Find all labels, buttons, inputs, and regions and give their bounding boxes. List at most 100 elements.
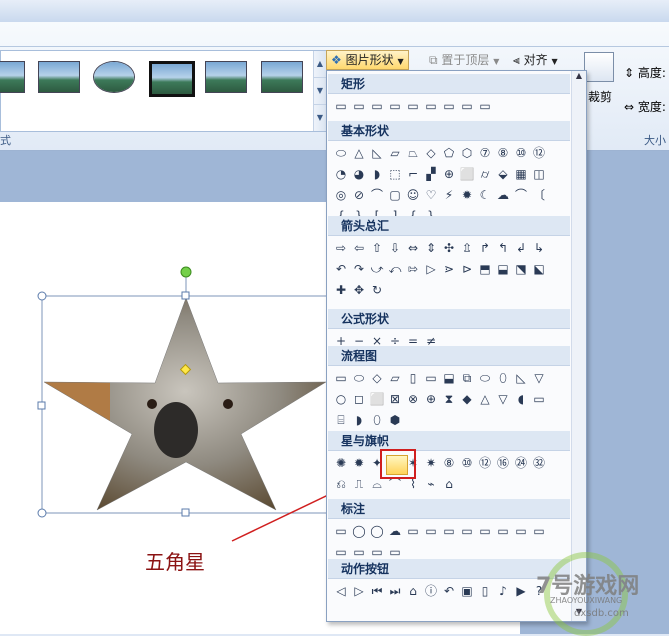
shape-option[interactable]: ⑧ xyxy=(494,144,512,162)
shape-option[interactable]: ↶ xyxy=(440,582,458,600)
shape-option[interactable]: ⇕ xyxy=(422,239,440,257)
shape-option[interactable]: ㉔ xyxy=(512,454,530,472)
shape-option[interactable]: ◯ xyxy=(368,522,386,540)
shape-option[interactable]: ▭ xyxy=(530,522,548,540)
shape-option[interactable]: ⬒ xyxy=(476,260,494,278)
shape-option[interactable]: ⑦ xyxy=(476,144,494,162)
shape-option[interactable]: ☁ xyxy=(386,522,404,540)
shape-option[interactable]: ⇫ xyxy=(458,239,476,257)
shape-option[interactable]: ⊕ xyxy=(440,165,458,183)
shape-option[interactable]: ○ xyxy=(332,390,350,408)
shape-option[interactable]: ⤻ xyxy=(368,260,386,278)
shape-option[interactable]: ▭ xyxy=(386,97,404,115)
shape-option[interactable]: ▭ xyxy=(494,522,512,540)
shape-option[interactable]: ⬜ xyxy=(458,165,476,183)
shape-option[interactable]: ▭ xyxy=(440,522,458,540)
shape-option[interactable]: ⓘ xyxy=(422,582,440,600)
resize-handle-top[interactable] xyxy=(181,291,190,300)
shape-option[interactable]: ⌐ xyxy=(404,165,422,183)
shape-option[interactable]: ◻ xyxy=(350,390,368,408)
shape-option[interactable]: ▽ xyxy=(494,390,512,408)
shape-option[interactable]: ▭ xyxy=(458,522,476,540)
resize-handle-tl[interactable] xyxy=(37,291,47,301)
shape-option[interactable]: ⌒ xyxy=(368,186,386,204)
shape-option[interactable]: ▯ xyxy=(404,369,422,387)
shape-option[interactable]: ▭ xyxy=(440,97,458,115)
shape-option[interactable]: ✥ xyxy=(350,281,368,299)
shape-option[interactable]: ⌂ xyxy=(404,582,422,600)
shape-option[interactable]: ⬓ xyxy=(440,369,458,387)
shape-option[interactable]: ⬚ xyxy=(386,165,404,183)
shape-option[interactable]: ▦ xyxy=(512,165,530,183)
shape-option[interactable]: ♡ xyxy=(422,186,440,204)
shape-option[interactable]: ⬡ xyxy=(458,144,476,162)
shape-option[interactable]: ⬢ xyxy=(386,411,404,429)
resize-handle-bottom[interactable] xyxy=(181,508,190,517)
rotation-handle[interactable] xyxy=(180,266,192,278)
shape-option[interactable]: ▷ xyxy=(422,260,440,278)
shape-option[interactable]: ⋗ xyxy=(440,260,458,278)
shape-option[interactable]: ⌂ xyxy=(440,475,458,493)
dropdown-scrollbar[interactable]: ▲ ▼ xyxy=(571,71,586,621)
shape-option[interactable]: ⊗ xyxy=(404,390,422,408)
shape-option[interactable]: ⑩ xyxy=(458,454,476,472)
shape-option[interactable]: ▭ xyxy=(422,522,440,540)
shape-option[interactable]: 〔 xyxy=(530,186,548,204)
shape-option[interactable]: ⧗ xyxy=(440,390,458,408)
shape-option[interactable]: ▶ xyxy=(512,582,530,600)
shape-option[interactable]: ▭ xyxy=(476,97,494,115)
shape-option[interactable]: ◖ xyxy=(512,390,530,408)
shape-option[interactable]: ✚ xyxy=(332,281,350,299)
shapes-dropdown[interactable]: 矩形 ▭ ▭ ▭ ▭ ▭ ▭ ▭ ▭ ▭ 基本形状 ⬭ △ ◺ ▱ ⏢ ◇ ⬠ ⬡ ⑦ ⑧ ⑩ ⑫ ◔ ◕ ◗ ⬚ ⌐ ▞ ⊕ ⬜ ⌭ ⬙ ▦ ◫ ◎… xyxy=(326,70,587,622)
shape-option[interactable]: ♪ xyxy=(494,582,512,600)
shape-option[interactable]: ⎍ xyxy=(350,475,368,493)
shape-option[interactable]: ↲ xyxy=(512,239,530,257)
shape-option[interactable]: ◔ xyxy=(332,165,350,183)
shape-option[interactable]: △ xyxy=(476,390,494,408)
shape-option[interactable]: ◺ xyxy=(368,144,386,162)
shape-option[interactable]: ↰ xyxy=(494,239,512,257)
shape-option[interactable]: ▭ xyxy=(404,97,422,115)
shape-option[interactable]: ⚡ xyxy=(440,186,458,204)
shape-option[interactable]: ⏢ xyxy=(404,144,422,162)
shape-option[interactable]: ⊠ xyxy=(386,390,404,408)
shape-option[interactable]: ⊳ xyxy=(458,260,476,278)
shape-option[interactable]: ▭ xyxy=(476,522,494,540)
shape-option[interactable]: ⬠ xyxy=(440,144,458,162)
shape-option[interactable]: ◇ xyxy=(422,144,440,162)
shape-option[interactable]: ⌁ xyxy=(422,475,440,493)
shape-option[interactable]: ⊘ xyxy=(350,186,368,204)
shape-option[interactable]: ⎌ xyxy=(332,475,350,493)
shape-option[interactable]: ⇔ xyxy=(404,239,422,257)
resize-handle-bl[interactable] xyxy=(37,508,47,518)
shape-option[interactable]: ◺ xyxy=(512,369,530,387)
shape-option[interactable]: ▱ xyxy=(386,144,404,162)
shape-option[interactable]: ▢ xyxy=(386,186,404,204)
shape-option[interactable]: ⇩ xyxy=(386,239,404,257)
shape-option[interactable]: ⏭ xyxy=(386,582,404,600)
shape-option[interactable]: ◁ xyxy=(332,582,350,600)
shape-option[interactable]: ⬯ xyxy=(368,411,386,429)
shape-option[interactable]: ⏮ xyxy=(368,582,386,600)
shape-option[interactable]: ◎ xyxy=(332,186,350,204)
shape-option[interactable]: ▭ xyxy=(368,97,386,115)
shape-option[interactable]: ⌒ xyxy=(512,186,530,204)
shape-option[interactable]: ✣ xyxy=(440,239,458,257)
shape-option[interactable]: ⊕ xyxy=(422,390,440,408)
shape-option[interactable]: ↱ xyxy=(476,239,494,257)
shape-option[interactable]: ⌭ xyxy=(476,165,494,183)
shape-option[interactable]: ⬔ xyxy=(512,260,530,278)
shape-option[interactable]: ◕ xyxy=(350,165,368,183)
shape-option[interactable]: ▞ xyxy=(422,165,440,183)
shape-option[interactable]: ☺ xyxy=(404,186,422,204)
shape-option[interactable]: ㉜ xyxy=(530,454,548,472)
shape-option[interactable]: ⬙ xyxy=(494,165,512,183)
shape-option[interactable]: ⇦ xyxy=(350,239,368,257)
shape-option[interactable]: ⑫ xyxy=(530,144,548,162)
shape-option[interactable]: ◗ xyxy=(350,411,368,429)
shape-option[interactable]: ✹ xyxy=(350,454,368,472)
shape-option[interactable]: ↷ xyxy=(350,260,368,278)
shape-option[interactable]: ⇨ xyxy=(332,239,350,257)
shape-option[interactable]: ▭ xyxy=(350,97,368,115)
shape-option[interactable]: ⬭ xyxy=(332,144,350,162)
